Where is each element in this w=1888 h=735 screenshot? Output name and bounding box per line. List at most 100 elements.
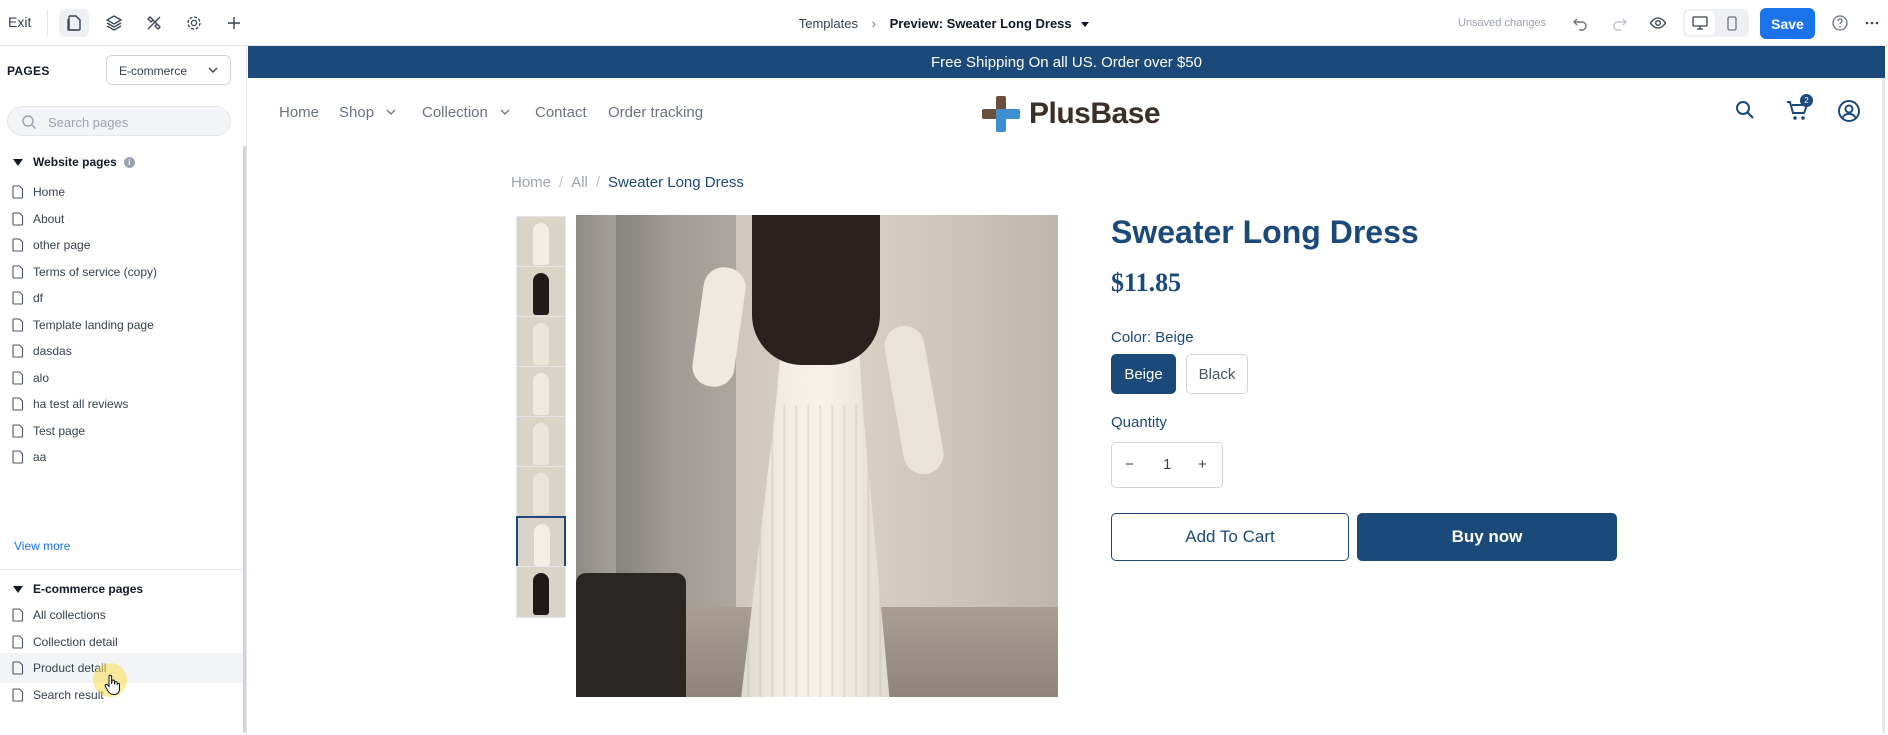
page-icon — [12, 238, 24, 252]
unsaved-status: Unsaved changes — [1458, 17, 1547, 29]
page-item-label: Home — [33, 185, 66, 199]
undo-icon[interactable] — [1565, 9, 1595, 37]
page-icon — [12, 397, 24, 411]
desktop-icon[interactable] — [1685, 11, 1715, 35]
page-item-label: Terms of service (copy) — [33, 264, 158, 279]
page-icon — [12, 423, 24, 438]
nav-shop[interactable]: Shop — [339, 104, 396, 121]
sidebar-page-item[interactable]: About — [0, 204, 243, 234]
quantity-minus-button[interactable]: − — [1125, 456, 1134, 473]
announcement-bar: Free Shipping On all US. Order over $50 — [248, 46, 1885, 78]
page-item-label: Test page — [33, 423, 86, 438]
preview-page-select[interactable]: Preview: Sweater Long Dress — [890, 16, 1072, 31]
sidebar-page-item[interactable]: Terms of service (copy) — [0, 257, 243, 287]
breadcrumb-all[interactable]: All — [571, 174, 588, 191]
color-option-black[interactable]: Black — [1186, 354, 1248, 394]
product-main-image[interactable] — [576, 215, 1058, 697]
store-logo[interactable]: PlusBase — [981, 95, 1161, 133]
canvas-scrollbar[interactable] — [1882, 78, 1885, 733]
help-icon[interactable] — [1825, 9, 1855, 37]
product-thumbnail[interactable] — [516, 516, 566, 568]
page-type-value: E-commerce — [119, 64, 188, 78]
sidebar-page-item[interactable]: df — [0, 283, 243, 313]
product-thumbnail[interactable] — [516, 566, 566, 618]
page-icon — [12, 661, 24, 675]
more-icon[interactable] — [1858, 9, 1886, 37]
sidebar-page-item[interactable]: Template landing page — [0, 310, 243, 340]
mobile-icon[interactable] — [1717, 11, 1747, 35]
search-placeholder: Search pages — [48, 115, 129, 130]
pages-icon[interactable] — [59, 9, 89, 37]
design-icon[interactable] — [139, 9, 169, 37]
add-to-cart-button[interactable]: Add To Cart — [1111, 513, 1349, 561]
account-icon[interactable] — [1837, 99, 1863, 125]
sidebar-page-item[interactable]: other page — [0, 230, 243, 260]
ecommerce-pages-toggle[interactable]: E-commerce pages — [13, 582, 143, 596]
quantity-value[interactable]: 1 — [1163, 456, 1171, 473]
sidebar-page-item[interactable]: Collection detail — [0, 627, 243, 657]
view-more-link[interactable]: View more — [14, 539, 70, 553]
page-icon — [12, 370, 24, 385]
sidebar-page-item[interactable]: ha test all reviews — [0, 389, 243, 419]
sidebar-page-item[interactable]: Test page — [0, 416, 243, 446]
store-header: Home Shop Collection Contact Order track… — [248, 78, 1885, 148]
nav-contact[interactable]: Contact — [535, 104, 587, 121]
buy-now-button[interactable]: Buy now — [1357, 513, 1617, 561]
quantity-plus-button[interactable]: + — [1198, 456, 1207, 473]
page-icon — [12, 317, 24, 332]
caret-down-icon[interactable] — [1081, 22, 1090, 28]
sidebar-heading: PAGES — [7, 64, 50, 78]
breadcrumb-templates[interactable]: Templates — [799, 16, 858, 31]
plusbase-logo-icon — [982, 96, 1020, 132]
pages-sidebar: PAGES E-commerce Search pages Website pa… — [0, 46, 247, 735]
page-icon — [12, 634, 24, 649]
page-icon — [12, 450, 24, 464]
sidebar-page-item[interactable]: Home — [0, 177, 243, 207]
info-icon[interactable]: i — [123, 156, 135, 168]
sidebar-page-item[interactable]: All collections — [0, 600, 243, 630]
page-icon — [12, 608, 24, 622]
quantity-stepper: − 1 + — [1111, 442, 1223, 488]
sidebar-page-item[interactable]: dasdas — [0, 336, 243, 366]
settings-icon[interactable] — [179, 9, 209, 37]
page-type-select[interactable]: E-commerce — [106, 55, 231, 85]
product-thumbnail[interactable] — [516, 316, 566, 368]
chevron-down-icon — [208, 67, 218, 73]
layers-icon[interactable] — [99, 9, 129, 37]
preview-eye-icon[interactable] — [1643, 9, 1673, 37]
nav-collection[interactable]: Collection — [422, 104, 510, 121]
website-pages-toggle[interactable]: Website pages i — [13, 155, 135, 169]
search-pages-input[interactable]: Search pages — [7, 106, 231, 136]
color-option-beige[interactable]: Beige — [1111, 354, 1176, 394]
chevron-down-icon — [500, 109, 510, 115]
page-icon — [12, 211, 24, 226]
sidebar-page-item[interactable]: alo — [0, 363, 243, 393]
product-thumbnail[interactable] — [516, 216, 566, 268]
product-thumbnail[interactable] — [516, 416, 566, 468]
add-icon[interactable] — [219, 9, 249, 37]
breadcrumb-home[interactable]: Home — [511, 174, 551, 191]
page-item-label: Template landing page — [33, 317, 154, 332]
exit-button[interactable]: Exit — [8, 14, 31, 30]
preview-canvas: Free Shipping On all US. Order over $50 … — [248, 46, 1885, 735]
sidebar-page-item[interactable]: aa — [0, 442, 243, 472]
search-icon[interactable] — [1734, 99, 1760, 125]
product-title: Sweater Long Dress — [1111, 214, 1419, 250]
product-price: $11.85 — [1111, 268, 1182, 297]
save-button[interactable]: Save — [1760, 8, 1815, 39]
logo-text: PlusBase — [1029, 97, 1161, 130]
nav-order-tracking[interactable]: Order tracking — [608, 104, 703, 121]
cart-icon[interactable]: 2 — [1786, 94, 1813, 125]
quantity-label: Quantity — [1111, 414, 1167, 431]
page-item-label: dasdas — [33, 344, 72, 358]
hand-cursor-icon — [104, 674, 120, 696]
breadcrumb-current: Sweater Long Dress — [608, 174, 744, 191]
product-thumbnail[interactable] — [516, 366, 566, 418]
product-thumbnail[interactable] — [516, 266, 566, 318]
cart-count-badge: 2 — [1800, 94, 1813, 107]
page-item-label: About — [33, 211, 65, 226]
redo-icon[interactable] — [1605, 9, 1635, 37]
product-thumbnail[interactable] — [516, 466, 566, 518]
sidebar-scrollbar[interactable] — [243, 146, 246, 733]
nav-home[interactable]: Home — [279, 104, 319, 121]
